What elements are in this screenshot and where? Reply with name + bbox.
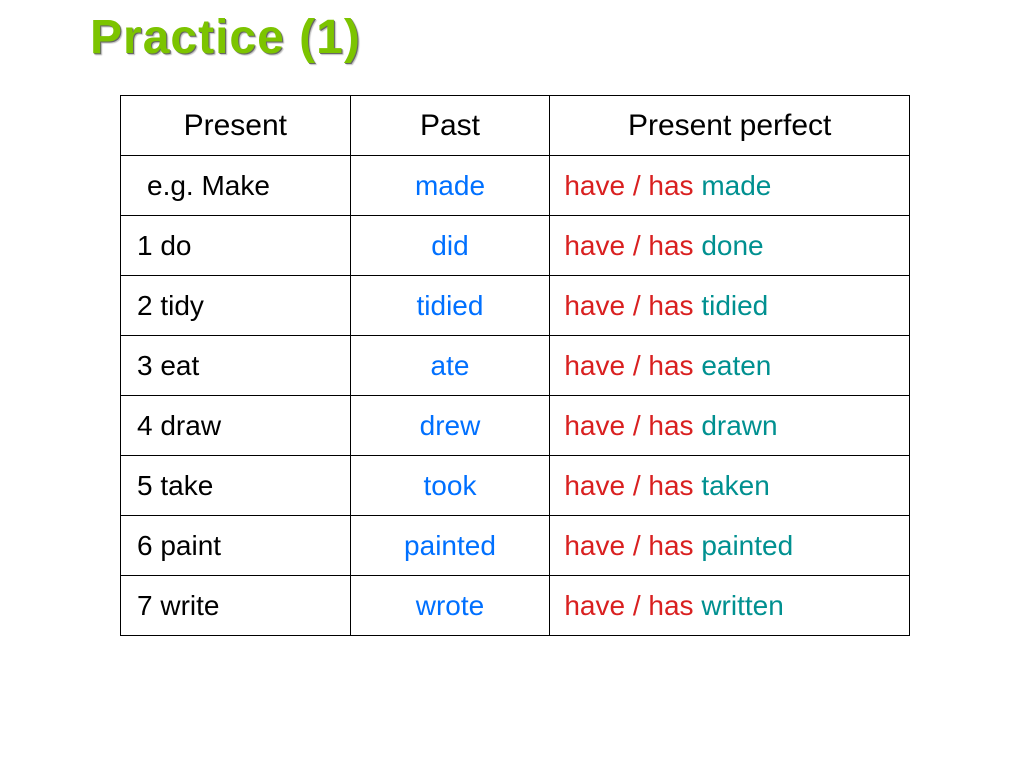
past-cell: drew (350, 396, 550, 456)
slide: Practice (1) Present Past Present perfec… (0, 0, 1024, 768)
perfect-cell: have / has done (550, 216, 910, 276)
perfect-participle: drawn (701, 410, 777, 441)
verb-table: Present Past Present perfect e.g. Make m… (120, 95, 910, 636)
table-row: 6 paint painted have / has painted (121, 516, 910, 576)
present-cell: 3 eat (121, 336, 351, 396)
past-cell: wrote (350, 576, 550, 636)
perfect-cell: have / has written (550, 576, 910, 636)
perfect-participle: taken (701, 470, 770, 501)
perfect-cell: have / has tidied (550, 276, 910, 336)
perfect-prefix: have / has (564, 590, 701, 621)
past-cell: took (350, 456, 550, 516)
past-cell: painted (350, 516, 550, 576)
perfect-prefix: have / has (564, 170, 701, 201)
present-cell: e.g. Make (121, 156, 351, 216)
past-cell: did (350, 216, 550, 276)
present-cell: 2 tidy (121, 276, 351, 336)
table-row: 5 take took have / has taken (121, 456, 910, 516)
perfect-participle: eaten (701, 350, 771, 381)
perfect-cell: have / has painted (550, 516, 910, 576)
page-title: Practice (1) (90, 10, 1024, 65)
perfect-cell: have / has taken (550, 456, 910, 516)
present-cell: 5 take (121, 456, 351, 516)
table-row: 7 write wrote have / has written (121, 576, 910, 636)
header-past: Past (350, 96, 550, 156)
perfect-prefix: have / has (564, 530, 701, 561)
table-row: 2 tidy tidied have / has tidied (121, 276, 910, 336)
past-cell: ate (350, 336, 550, 396)
table-row: e.g. Make made have / has made (121, 156, 910, 216)
table-row: 3 eat ate have / has eaten (121, 336, 910, 396)
table-row: 1 do did have / has done (121, 216, 910, 276)
perfect-participle: made (701, 170, 771, 201)
perfect-prefix: have / has (564, 290, 701, 321)
perfect-prefix: have / has (564, 410, 701, 441)
table-row: 4 draw drew have / has drawn (121, 396, 910, 456)
perfect-participle: done (701, 230, 763, 261)
table-header-row: Present Past Present perfect (121, 96, 910, 156)
header-present: Present (121, 96, 351, 156)
present-cell: 7 write (121, 576, 351, 636)
present-cell: 4 draw (121, 396, 351, 456)
perfect-prefix: have / has (564, 470, 701, 501)
perfect-prefix: have / has (564, 230, 701, 261)
header-perfect: Present perfect (550, 96, 910, 156)
perfect-participle: written (701, 590, 783, 621)
perfect-cell: have / has made (550, 156, 910, 216)
past-cell: tidied (350, 276, 550, 336)
present-cell: 6 paint (121, 516, 351, 576)
perfect-cell: have / has drawn (550, 396, 910, 456)
perfect-cell: have / has eaten (550, 336, 910, 396)
perfect-participle: painted (701, 530, 793, 561)
perfect-prefix: have / has (564, 350, 701, 381)
past-cell: made (350, 156, 550, 216)
perfect-participle: tidied (701, 290, 768, 321)
present-cell: 1 do (121, 216, 351, 276)
